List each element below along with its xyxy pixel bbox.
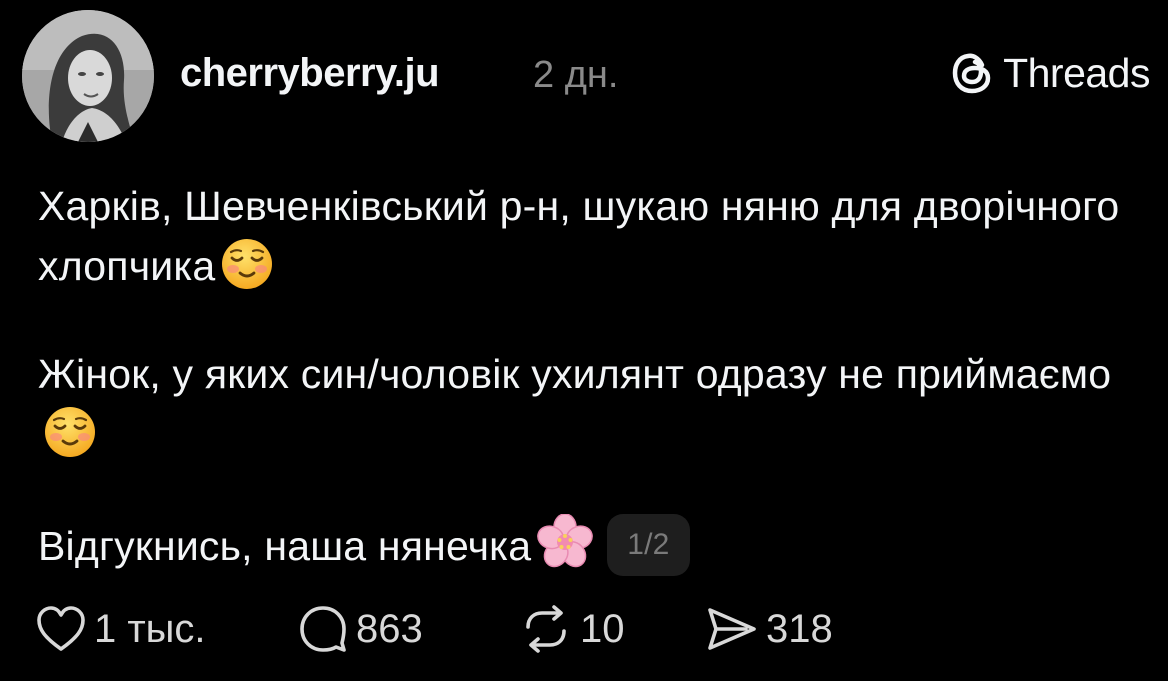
reposts-count: 10 (580, 607, 625, 651)
page-indicator-badge[interactable]: 1/2 (607, 514, 690, 576)
shares-count: 318 (766, 607, 833, 651)
heart-icon (36, 605, 86, 653)
comments-count: 863 (356, 607, 423, 651)
paragraph-text: Відгукнись, наша нянечка (38, 523, 532, 569)
smiling-face-emoji-icon (221, 238, 273, 290)
threads-brand: Threads (951, 50, 1150, 96)
send-icon (706, 605, 758, 653)
threads-logo-icon (951, 51, 993, 95)
cherry-blossom-emoji-icon (537, 514, 594, 570)
paragraph-text: Жінок, у яких син/чоловік ухилянт одразу… (38, 351, 1112, 397)
like-button[interactable]: 1 тыс. (36, 604, 206, 654)
smiling-face-emoji-icon (44, 406, 96, 458)
paragraph-text: Харків, Шевченківський р-н, шукаю няню д… (38, 183, 1120, 289)
comment-button[interactable]: 863 (298, 604, 423, 654)
repost-button[interactable]: 10 (520, 604, 625, 654)
share-button[interactable]: 318 (706, 604, 833, 654)
post-paragraph-3: Відгукнись, наша нянечка 1/2 (38, 514, 1148, 576)
likes-count: 1 тыс. (94, 607, 206, 651)
post-paragraph-2: Жінок, у яких син/чоловік ухилянт одразу… (38, 344, 1148, 464)
avatar[interactable] (22, 10, 154, 142)
comment-bubble-icon (298, 605, 348, 653)
threads-post: cherryberry.ju 2 дн. Threads Харків, Шев… (0, 0, 1168, 681)
action-bar: 1 тыс. 863 10 318 (36, 604, 1136, 654)
post-paragraph-1: Харків, Шевченківський р-н, шукаю няню д… (38, 176, 1148, 296)
brand-label: Threads (1003, 50, 1150, 96)
timestamp: 2 дн. (533, 54, 619, 96)
username[interactable]: cherryberry.ju (180, 50, 440, 96)
repost-icon (520, 605, 572, 653)
